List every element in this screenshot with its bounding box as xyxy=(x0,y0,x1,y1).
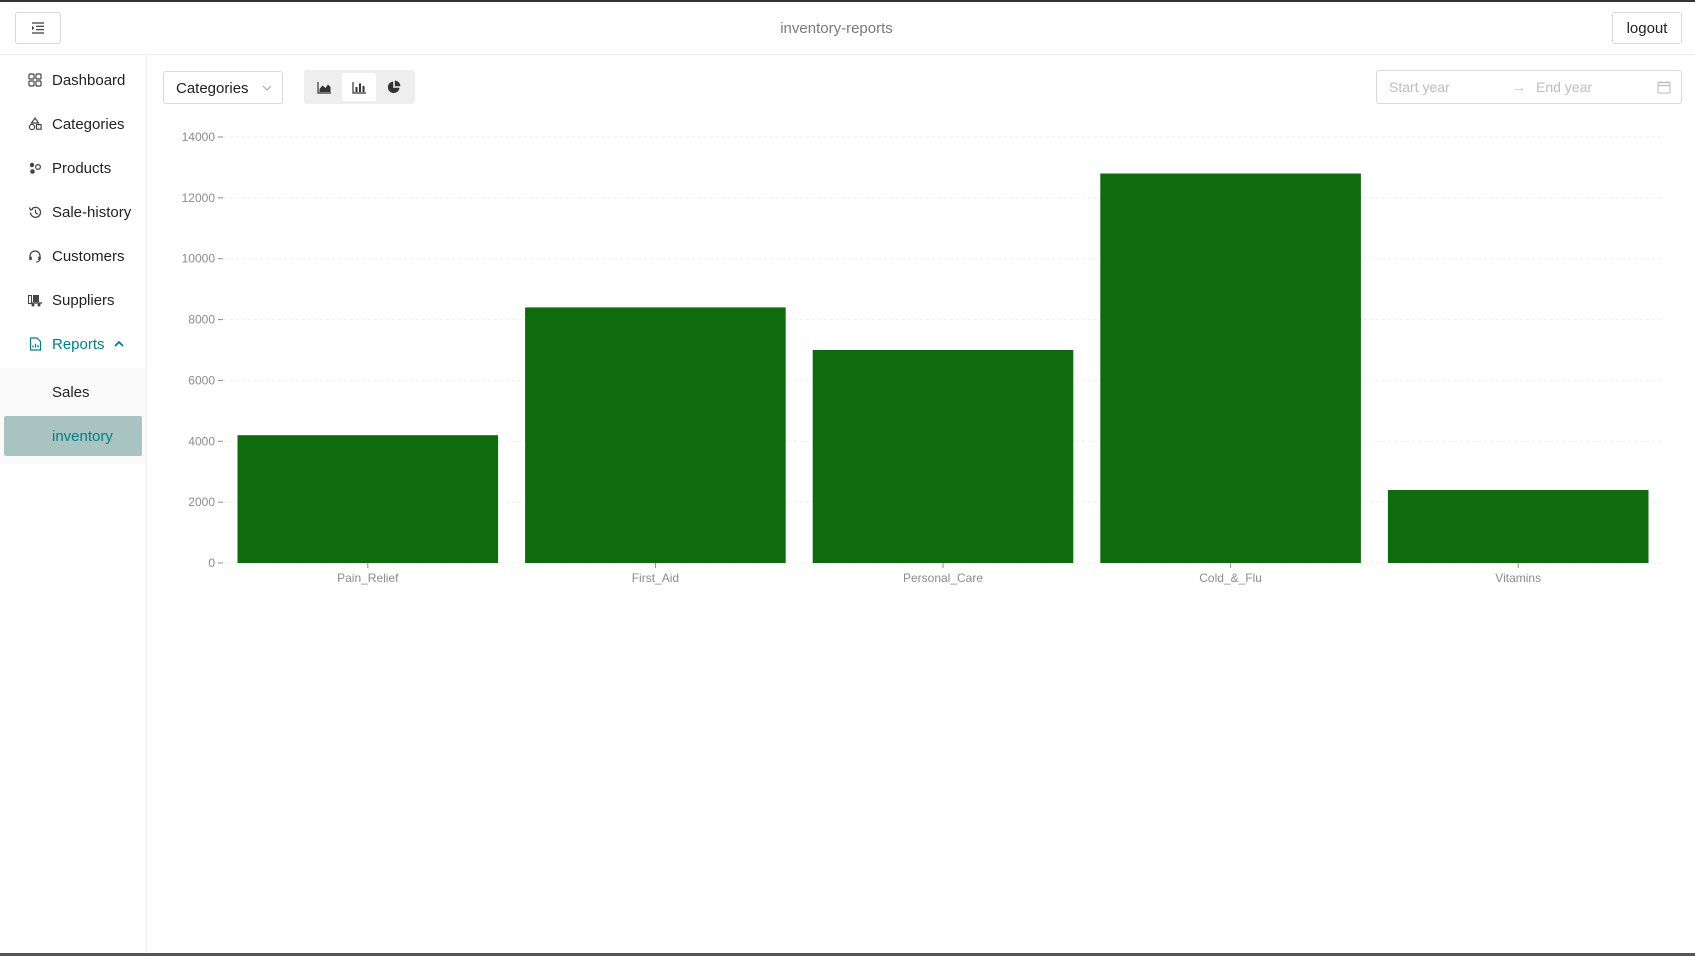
pie-chart-icon xyxy=(387,80,401,94)
sidebar-item-suppliers[interactable]: Suppliers xyxy=(0,280,146,320)
x-tick-label: Pain_Relief xyxy=(337,571,399,585)
start-year-input[interactable] xyxy=(1389,79,1501,95)
group-by-value: Categories xyxy=(176,80,249,97)
sidebar-item-label: Reports xyxy=(52,335,105,353)
area-chart-button[interactable] xyxy=(307,73,341,101)
submenu-item-sales[interactable]: Sales xyxy=(4,372,142,412)
history-icon xyxy=(27,204,43,220)
sidebar-item-label: Customers xyxy=(52,247,125,265)
year-range-picker[interactable]: → xyxy=(1376,70,1682,104)
sidebar-item-label: Sale-history xyxy=(52,203,132,221)
y-tick-label: 8000 xyxy=(188,313,215,327)
sidebar-item-label: Dashboard xyxy=(52,71,126,89)
y-tick-label: 4000 xyxy=(188,434,215,448)
file-chart-icon xyxy=(27,336,43,352)
sidebar-item-sale-history[interactable]: Sale-history xyxy=(0,192,146,232)
sidebar-item-customers[interactable]: Customers xyxy=(0,236,146,276)
sidebar-item-categories[interactable]: Categories xyxy=(0,104,146,144)
y-tick-label: 14000 xyxy=(182,130,216,144)
headset-icon xyxy=(27,248,43,264)
y-tick-label: 12000 xyxy=(182,191,216,205)
bar xyxy=(237,435,499,563)
arrow-right-icon: → xyxy=(1512,79,1526,95)
area-chart-icon xyxy=(316,81,331,94)
truck-icon xyxy=(27,292,43,308)
page-title: inventory-reports xyxy=(780,20,893,37)
calendar-icon xyxy=(1657,81,1671,94)
sidebar-item-label: Categories xyxy=(52,115,125,133)
chevron-down-icon xyxy=(262,85,272,91)
shapes-icon xyxy=(27,116,43,132)
bar xyxy=(1387,489,1649,563)
submenu-item-inventory[interactable]: inventory xyxy=(4,416,142,456)
bar xyxy=(812,350,1074,563)
bar xyxy=(1100,173,1361,563)
logout-button[interactable]: logout xyxy=(1612,12,1682,44)
sidebar-item-products[interactable]: Products xyxy=(0,148,146,188)
submenu-item-label: inventory xyxy=(52,427,113,445)
x-tick-label: First_Aid xyxy=(632,571,679,585)
bar-chart-button[interactable] xyxy=(342,73,376,101)
y-tick-label: 0 xyxy=(208,556,215,570)
dashboard-icon xyxy=(27,72,43,88)
pie-chart-button[interactable] xyxy=(377,73,411,101)
chevron-up-icon xyxy=(114,340,124,347)
group-by-select[interactable]: Categories xyxy=(163,71,283,104)
bar xyxy=(525,307,786,563)
sidebar-item-label: Products xyxy=(52,159,112,177)
inventory-bar-chart: 0 2000 4000 6000 8000 10000 12000 14000 Pain_Rel… xyxy=(182,130,1662,585)
products-icon xyxy=(27,160,43,176)
sidebar-item-reports[interactable]: Reports xyxy=(0,324,146,364)
sidebar: Dashboard Categories Products Sale-histo… xyxy=(0,55,147,956)
sidebar-item-label: Suppliers xyxy=(52,291,115,309)
app-header: inventory-reports logout xyxy=(0,2,1695,55)
x-tick-label: Vitamins xyxy=(1495,571,1541,585)
y-tick-label: 2000 xyxy=(188,495,215,509)
sidebar-item-dashboard[interactable]: Dashboard xyxy=(0,60,146,100)
bar-chart-icon xyxy=(351,81,366,94)
y-tick-label: 6000 xyxy=(188,373,215,387)
x-tick-label: Personal_Care xyxy=(903,571,983,585)
x-tick-label: Cold_&_Flu xyxy=(1199,571,1262,585)
y-tick-label: 10000 xyxy=(182,252,216,266)
end-year-input[interactable] xyxy=(1536,79,1648,95)
chart-type-switcher xyxy=(304,70,415,104)
submenu-item-label: Sales xyxy=(52,383,90,401)
